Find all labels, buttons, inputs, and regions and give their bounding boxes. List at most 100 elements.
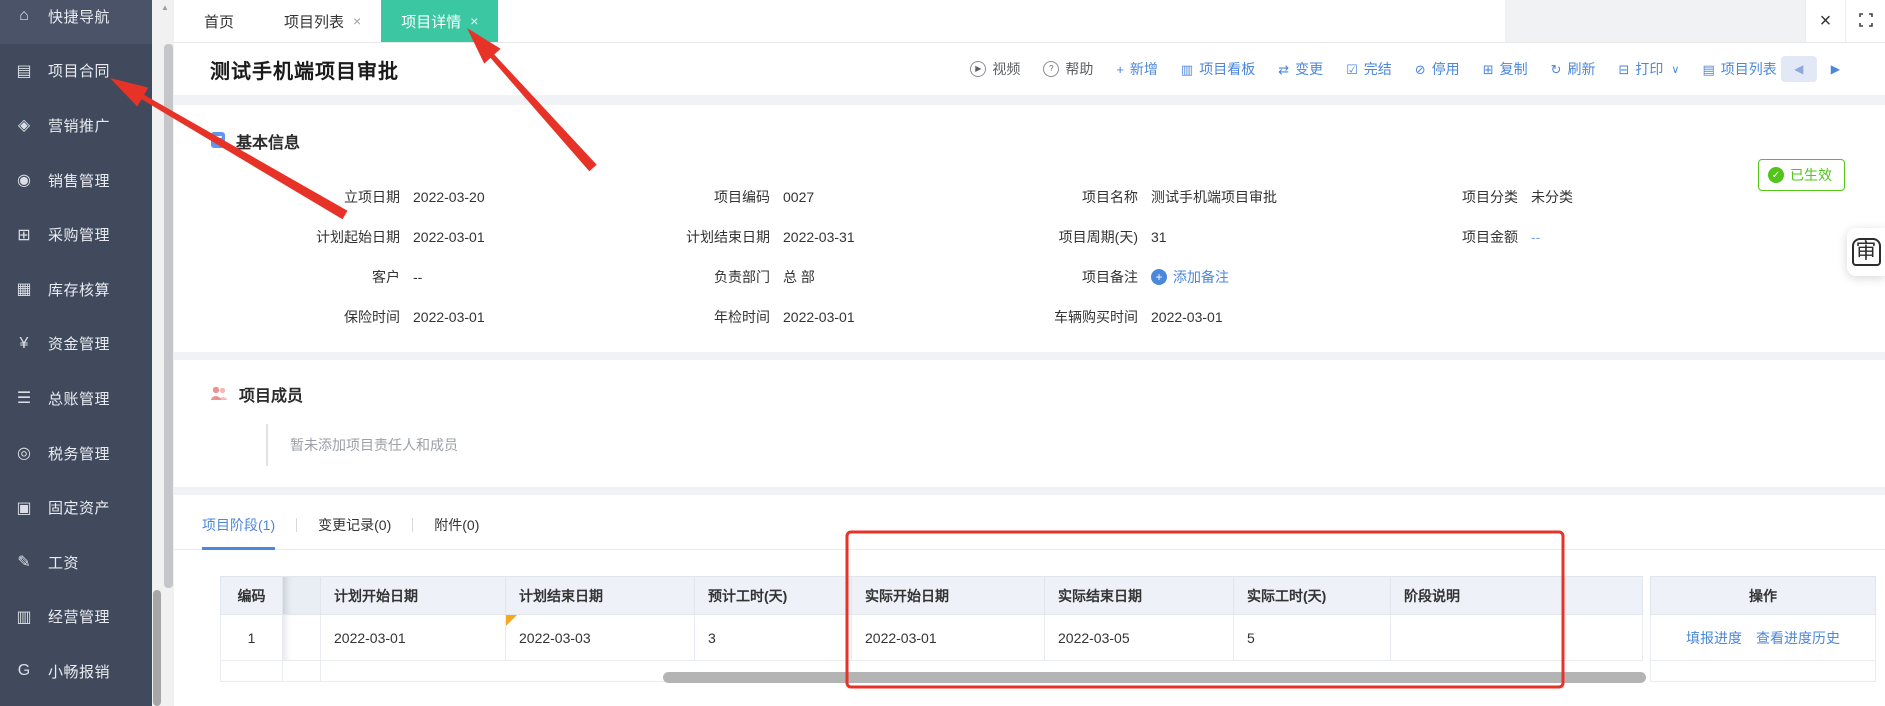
approval-float-button[interactable]: 审 [1847, 228, 1885, 276]
toolbar-label: 复制 [1500, 59, 1528, 79]
field-value: 2022-03-01 [783, 309, 855, 325]
tab-home[interactable]: 首页 [174, 0, 264, 42]
tab-changes[interactable]: 变更记录(0) [318, 515, 391, 549]
members-empty-text: 暂未添加项目责任人和成员 [266, 424, 1885, 466]
view-progress-history-link[interactable]: 查看进度历史 [1756, 630, 1840, 646]
copy-button[interactable]: ⊞ 复制 [1483, 59, 1528, 79]
sidebar-scrollbar-thumb[interactable] [153, 590, 161, 706]
tab-strip: 首页项目列表×项目详情× [174, 0, 498, 42]
video-button[interactable]: ▶视频 [970, 59, 1020, 79]
page-title: 测试手机端项目审批 [210, 55, 399, 84]
tab-attachments[interactable]: 附件(0) [434, 515, 479, 549]
refresh-icon: ↻ [1551, 63, 1562, 76]
field-label: 计划起始日期 [210, 227, 400, 247]
finish-button[interactable]: ☑完结 [1346, 59, 1392, 79]
xiaochang-expense-icon: G [13, 662, 35, 680]
field-empty [1415, 297, 1885, 337]
members-title: 项目成员 [239, 382, 303, 406]
content-scrollbar-thumb[interactable] [164, 44, 173, 588]
tab-stages[interactable]: 项目阶段(1) [202, 515, 275, 549]
field-label: 车辆购买时间 [1045, 307, 1138, 327]
add-note-link[interactable]: +添加备注 [1151, 267, 1229, 287]
column-header-actual-end: 实际结束日期 [1045, 577, 1234, 615]
sidebar-item-payroll[interactable]: ✎工资 [0, 535, 152, 590]
sidebar-item-sales[interactable]: ◉销售管理 [0, 153, 152, 208]
prev-record-button[interactable]: ◀ [1781, 56, 1817, 82]
refresh-button[interactable]: ↻刷新 [1551, 59, 1596, 79]
page-header: 测试手机端项目审批 ▶视频 ?帮助 +新增 ▥项目看板 ⇄ 变更 ☑完结 ⊘停用 ⊞ 复制 ↻刷新 ⊟… [174, 43, 1885, 95]
close-tab-icon[interactable]: × [470, 13, 478, 29]
fullscreen-button[interactable] [1845, 0, 1885, 42]
sidebar-item-purchasing[interactable]: ⊞采购管理 [0, 207, 152, 262]
sidebar-item-general-ledger[interactable]: ☰总账管理 [0, 371, 152, 426]
field: 项目备注+添加备注 [1045, 257, 1415, 297]
tab-bar: 首页项目列表×项目详情× × [174, 0, 1885, 43]
field-value: 2022-03-31 [783, 229, 855, 245]
field: 项目金额-- [1415, 217, 1885, 257]
sidebar-item-marketing[interactable]: ◈营销推广 [0, 98, 152, 153]
cell-actual-days: 5 [1234, 615, 1391, 661]
field: 负责部门总 部 [675, 257, 1045, 297]
sidebar-item-tax[interactable]: ◎税务管理 [0, 426, 152, 481]
close-window-button[interactable]: × [1805, 0, 1845, 42]
tabbar-gray-filler [1505, 0, 1805, 42]
main-content: 首页项目列表×项目详情× × 测试手机端项目审批 ▶视频?帮助+新增▥项目看板⇄… [174, 0, 1885, 706]
column-header-plan-start: 计划开始日期 [321, 577, 506, 615]
sidebar-item-fixed-assets[interactable]: ▣固定资产 [0, 480, 152, 535]
disable-icon: ⊘ [1415, 63, 1426, 76]
tabbar-filler [498, 0, 1505, 42]
sidebar-item-quick-nav[interactable]: ⌂快捷导航 [0, 0, 152, 44]
sidebar-item-inventory[interactable]: ▦库存核算 [0, 262, 152, 317]
vertical-scrollbar[interactable]: ▲ [152, 0, 174, 706]
project-board-button[interactable]: ▥项目看板 [1181, 59, 1255, 79]
project-contract-icon: ▤ [13, 61, 35, 81]
sidebar-item-funds[interactable]: ¥资金管理 [0, 317, 152, 372]
sidebar-item-business-mgmt[interactable]: ▥经营管理 [0, 590, 152, 645]
copy-icon: ⊞ [1483, 63, 1494, 76]
cell-plan-days: 3 [695, 615, 852, 661]
disable-button[interactable]: ⊘停用 [1415, 59, 1460, 79]
detail-tabs: 项目阶段(1) 变更记录(0) 附件(0) [174, 515, 1885, 550]
horizontal-scrollbar-thumb[interactable] [663, 672, 1646, 683]
toolbar-label: 完结 [1364, 59, 1392, 79]
tab-project-list[interactable]: 项目列表 × [264, 0, 381, 42]
field: 计划结束日期 2022-03-31 [675, 217, 1045, 257]
tab-label: 项目列表 [284, 11, 344, 32]
next-record-button[interactable]: ▶ [1831, 62, 1840, 76]
scroll-up-arrow-icon[interactable]: ▲ [159, 3, 171, 12]
cell-divider-gap [1643, 615, 1651, 661]
project-list-button[interactable]: ▤项目列表 [1702, 59, 1776, 79]
field-value: 未分类 [1531, 187, 1573, 207]
field-value: 31 [1151, 229, 1167, 245]
stage-table: 编码计划开始日期计划结束日期预计工时(天)实际开始日期实际结束日期实际工时(天)… [220, 576, 1876, 682]
quick-nav-icon: ⌂ [13, 7, 35, 25]
column-header-plan-days: 预计工时(天) [695, 577, 852, 615]
tab-project-detail[interactable]: 项目详情× [381, 0, 498, 42]
cell-actual-start: 2022-03-01 [852, 615, 1045, 661]
sidebar: ⌂快捷导航▤项目合同◈营销推广◉销售管理⊞采购管理▦库存核算¥资金管理☰总账管理… [0, 0, 152, 706]
fill-progress-link[interactable]: 填报进度 [1686, 630, 1742, 646]
toolbar-label: 变更 [1295, 59, 1323, 79]
field-value: 2022-03-01 [413, 309, 485, 325]
project-board-icon: ▥ [1181, 63, 1193, 76]
sidebar-item-xiaochang-expense[interactable]: G小畅报销 [0, 644, 152, 699]
help-button[interactable]: ?帮助 [1043, 59, 1093, 79]
change-icon: ⇄ [1278, 63, 1289, 76]
field: 车辆购买时间2022-03-01 [1045, 297, 1415, 337]
basic-info-card: 基本信息 ✓ 已生效 立项日期2022-03-20项目编码0027项目名称测试手… [174, 105, 1885, 352]
close-tab-icon[interactable]: × [353, 13, 361, 29]
field: 年检时间2022-03-01 [675, 297, 1045, 337]
empty-cell [1651, 661, 1876, 682]
change-button[interactable]: ⇄ 变更 [1278, 59, 1323, 79]
sidebar-item-label: 经营管理 [48, 606, 110, 627]
print-button[interactable]: ⊟打印∨ [1619, 59, 1680, 79]
project-list-icon: ▤ [1702, 63, 1714, 76]
field-value: 2022-03-20 [413, 189, 485, 205]
field-empty [1415, 257, 1885, 297]
add-button[interactable]: +新增 [1116, 59, 1158, 79]
status-badge: ✓ 已生效 [1758, 159, 1845, 191]
basic-info-grid: 立项日期2022-03-20项目编码0027项目名称测试手机端项目审批项目分类未… [210, 177, 1885, 337]
field-label: 计划结束日期 [675, 227, 770, 247]
purchasing-icon: ⊞ [13, 225, 35, 245]
sidebar-item-project-contract[interactable]: ▤项目合同 [0, 44, 152, 99]
